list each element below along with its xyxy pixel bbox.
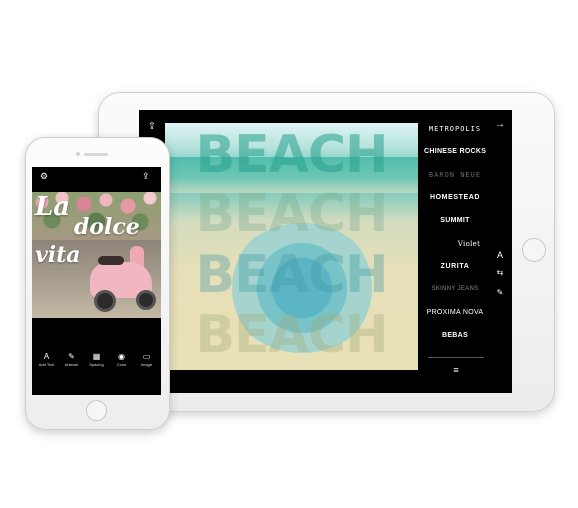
font-option-chinese-rocks[interactable]: CHINESE ROCKS xyxy=(424,148,486,155)
tab-label: Color xyxy=(116,362,127,367)
overlay-text-dolce: dolce xyxy=(74,214,140,240)
iphone-speaker xyxy=(84,153,108,156)
font-option-metropolis[interactable]: METROPOLIS xyxy=(424,125,486,133)
font-option-baron-neue[interactable]: BARON NEUE xyxy=(424,171,486,179)
pencil-icon: ✎ xyxy=(68,352,75,361)
tab-artwork[interactable]: ✎ Artwork xyxy=(59,352,84,367)
tab-label: Spacing xyxy=(89,362,104,367)
font-option-proxima-nova[interactable]: PROXIMA NOVA xyxy=(424,309,486,316)
canvas-word-row-3: BEACH xyxy=(195,245,388,305)
share-icon[interactable]: ⇪ xyxy=(142,172,150,181)
scooter-seat xyxy=(98,256,124,265)
scooter-front-wheel xyxy=(136,290,156,310)
image-icon: ▭ xyxy=(142,352,151,361)
canvas-image[interactable]: BEACH BEACH BEACH BEACH xyxy=(165,123,418,370)
tab-image[interactable]: ▭ Image xyxy=(134,352,159,367)
share-icon[interactable]: ⇪ xyxy=(145,122,159,132)
font-option-summit[interactable]: SUMMIT xyxy=(424,217,486,224)
tab-label: Image xyxy=(140,362,153,367)
ipad-home-button[interactable] xyxy=(522,238,546,262)
color-icon: ◉ xyxy=(118,352,125,361)
pen-icon[interactable]: ✎ xyxy=(493,288,507,298)
iphone-camera xyxy=(76,152,80,156)
settings-gear-icon[interactable]: ⚙ xyxy=(40,172,48,181)
font-option-skinny-jeans[interactable]: SKINNY JEANS xyxy=(424,286,486,292)
tab-label: Artwork xyxy=(64,362,79,367)
add-text-icon: A xyxy=(43,352,50,361)
tab-spacing[interactable]: ▦ Spacing xyxy=(84,352,109,367)
overlay-text-vita: vita xyxy=(35,242,81,268)
iphone-home-button[interactable] xyxy=(86,400,107,421)
tab-add-text[interactable]: A Add Text xyxy=(34,352,59,367)
photo-canvas[interactable]: La dolce vita xyxy=(32,192,161,318)
spacing-icon: ▦ xyxy=(92,352,101,361)
menu-icon[interactable]: ≡ xyxy=(449,365,463,375)
scooter-rear-wheel xyxy=(94,290,116,312)
font-option-homestead[interactable]: HOMESTEAD xyxy=(424,194,486,201)
tab-color[interactable]: ◉ Color xyxy=(109,352,134,367)
text-size-icon[interactable]: A xyxy=(493,250,507,260)
overlay-text-la: La xyxy=(35,192,71,222)
tab-label: Add Text xyxy=(38,362,55,367)
font-option-bebas[interactable]: BEBAS xyxy=(424,332,486,339)
font-option-zurita[interactable]: ZURITA xyxy=(424,263,486,270)
canvas-word-row-4: BEACH xyxy=(195,305,388,365)
canvas-word-row-1: BEACH xyxy=(195,125,388,185)
font-list-divider xyxy=(428,357,484,358)
next-arrow-icon[interactable]: → xyxy=(493,120,507,130)
canvas-word-row-2: BEACH xyxy=(195,184,388,244)
align-icon[interactable]: ⇆ xyxy=(493,268,507,278)
ipad-right-toolbar: → A ⇆ ✎ xyxy=(488,110,512,393)
phone-tab-bar: A Add Text ✎ Artwork ▦ Spacing ◉ Color ▭… xyxy=(32,352,161,376)
